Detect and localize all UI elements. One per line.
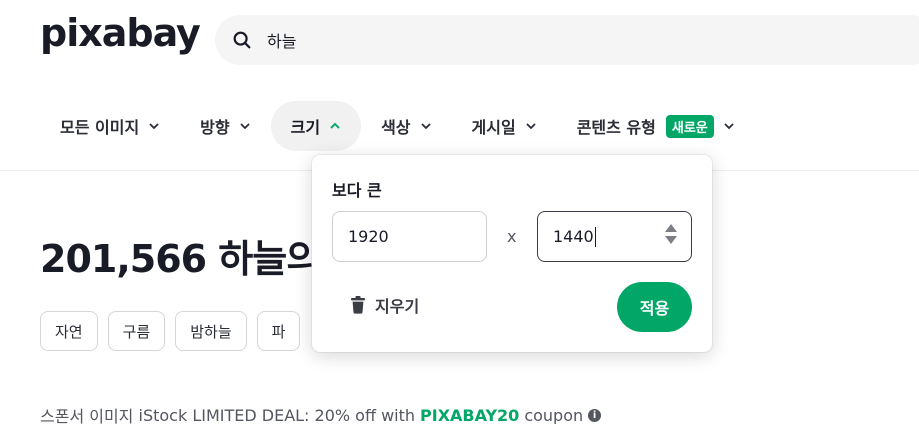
filter-label: 크기 (290, 118, 321, 137)
chevron-up-icon (330, 122, 340, 129)
clear-label: 지우기 (375, 297, 420, 316)
chevron-down-icon (526, 123, 536, 130)
chevron-down-icon (420, 123, 431, 130)
tag-chip[interactable]: 구름 (107, 311, 166, 351)
trash-icon (351, 296, 365, 314)
apply-button[interactable]: 적용 (617, 282, 692, 332)
filter-label: 색상 (381, 118, 411, 137)
sponsor-prefix: 스폰서 이미지 (40, 407, 134, 424)
filter-color[interactable]: 색상 (361, 101, 451, 151)
height-input[interactable]: 1440 (537, 211, 692, 262)
filter-label: 모든 이미지 (60, 118, 140, 137)
results-headline: 201,566 하늘의 (40, 237, 321, 281)
filter-label: 방향 (200, 118, 230, 137)
filter-label: 게시일 (471, 118, 516, 137)
related-tags: 자연 구름 밤하늘 파 (40, 311, 310, 351)
search-icon[interactable] (231, 29, 253, 51)
filter-orientation[interactable]: 방향 (180, 101, 270, 151)
width-input[interactable]: 1920 (332, 211, 487, 262)
search-input[interactable] (267, 30, 767, 50)
filter-size[interactable]: 크기 (270, 101, 362, 151)
sponsor-line: 스폰서 이미지 iStock LIMITED DEAL: 20% off wit… (40, 403, 602, 424)
text-caret (594, 226, 596, 247)
sponsor-text[interactable]: iStock LIMITED DEAL: 20% off with (139, 406, 416, 424)
pixabay-logo[interactable]: pixabay (40, 14, 201, 52)
dimension-separator: x (507, 227, 517, 246)
chevron-down-icon (239, 123, 250, 130)
chevron-down-icon (724, 123, 734, 130)
filter-posted-date[interactable]: 게시일 (452, 101, 557, 151)
filter-all-images[interactable]: 모든 이미지 (40, 101, 180, 151)
size-filter-panel: 보다 큰 1920 x 1440 지우기 적용 (312, 155, 712, 352)
clear-button[interactable]: 지우기 (350, 293, 419, 317)
info-icon[interactable]: i (588, 408, 602, 422)
height-value: 1440 (553, 227, 594, 246)
filter-label: 콘텐츠 유형 (576, 118, 656, 137)
filter-bar: 모든 이미지 방향 크기 색상 게시일 콘텐츠 유형 새로운 (40, 100, 755, 152)
tag-chip[interactable]: 자연 (40, 311, 98, 351)
tag-chip[interactable]: 밤하늘 (175, 311, 247, 351)
search-bar[interactable] (215, 15, 919, 65)
width-value: 1920 (348, 227, 389, 246)
tag-chip[interactable]: 파 (256, 311, 301, 351)
sponsor-suffix[interactable]: coupon (524, 406, 583, 424)
number-stepper[interactable] (665, 224, 677, 244)
filter-content-type[interactable]: 콘텐츠 유형 새로운 (557, 101, 755, 151)
new-badge: 새로운 (665, 114, 714, 138)
panel-title: 보다 큰 (332, 181, 382, 200)
stepper-up-icon[interactable] (665, 224, 677, 232)
chevron-down-icon (149, 123, 159, 130)
coupon-code[interactable]: PIXABAY20 (420, 406, 519, 424)
stepper-down-icon[interactable] (665, 236, 677, 244)
